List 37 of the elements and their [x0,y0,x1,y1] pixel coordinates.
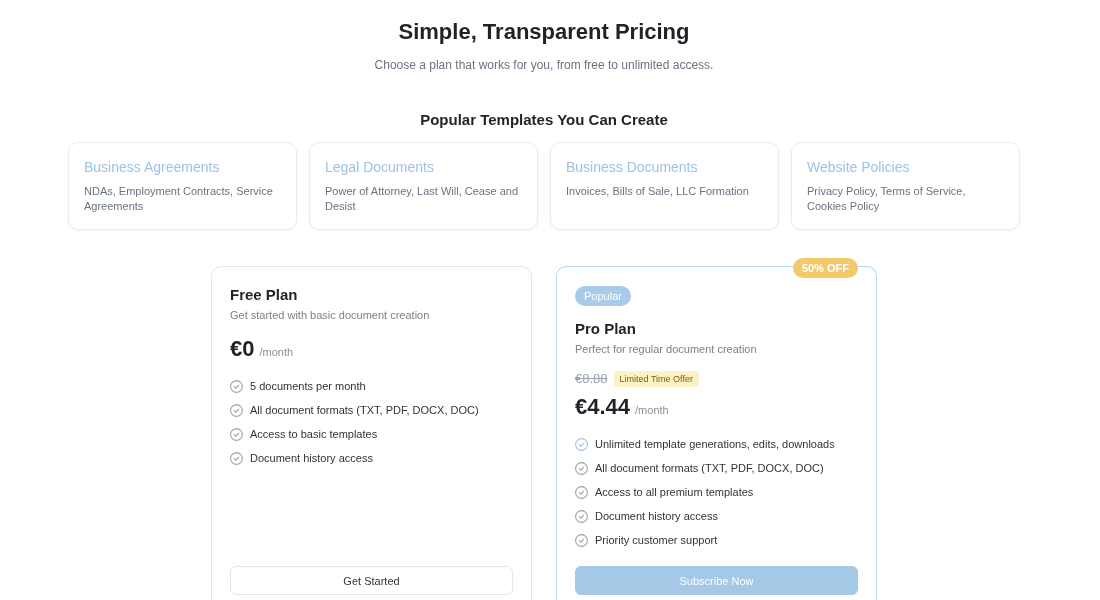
section-heading: Popular Templates You Can Create [420,111,668,129]
template-title: Website Policies [807,159,910,176]
page-title: Simple, Transparent Pricing [398,19,690,45]
price-period: /month [259,345,294,359]
feature-text: Access to basic templates [250,426,378,442]
template-description: Power of Attorney, Last Will, Cease and Desist [325,184,519,214]
feature-text: Unlimited template generations, edits, downloads [595,436,835,452]
feature-text: Document history access [595,508,718,524]
feature-text: 5 documents per month [250,378,366,394]
feature-text: All document formats (TXT, PDF, DOCX, DOC) [595,460,824,476]
popular-badge: Popular [575,286,631,306]
price-period: /month [635,403,669,417]
feature-text: Document history access [250,450,373,466]
template-card[interactable]: Business Agreements NDAs, Employment Contracts, Service Agreements [68,142,297,230]
feature-text: All document formats (TXT, PDF, DOCX, DOC) [250,402,479,418]
plan-name: Pro Plan [575,320,636,338]
feature-text: Priority customer support [595,532,718,548]
offer-badge: Limited Time Offer [613,371,699,387]
template-description: NDAs, Employment Contracts, Service Agreements [84,184,274,214]
page-subtitle: Choose a plan that works for you, from free to unlimited access. [374,57,714,74]
discount-badge: 50% OFF [792,258,858,278]
feature-text: Access to all premium templates [595,484,754,500]
plan-button[interactable]: Get Started [230,566,513,595]
plan-name: Free Plan [230,286,298,304]
template-title: Business Documents [566,159,698,176]
plan-description: Get started with basic document creation [230,308,430,323]
template-card[interactable]: Website Policies Privacy Policy, Terms of Service, Cookies Policy [791,142,1020,230]
template-title: Legal Documents [325,159,434,176]
template-description: Privacy Policy, Terms of Service, Cookies Policy [807,184,967,214]
template-card[interactable]: Legal Documents Power of Attorney, Last Will, Cease and Desist [309,142,538,230]
plan-description: Perfect for regular document creation [575,342,757,357]
template-title: Business Agreements [84,159,220,176]
price: €0 [230,336,255,362]
original-price: €8.88 [575,371,608,387]
template-card[interactable]: Business Documents Invoices, Bills of Sale, LLC Formation [550,142,779,230]
template-description: Invoices, Bills of Sale, LLC Formation [566,184,749,199]
price: €4.44 [575,394,631,420]
